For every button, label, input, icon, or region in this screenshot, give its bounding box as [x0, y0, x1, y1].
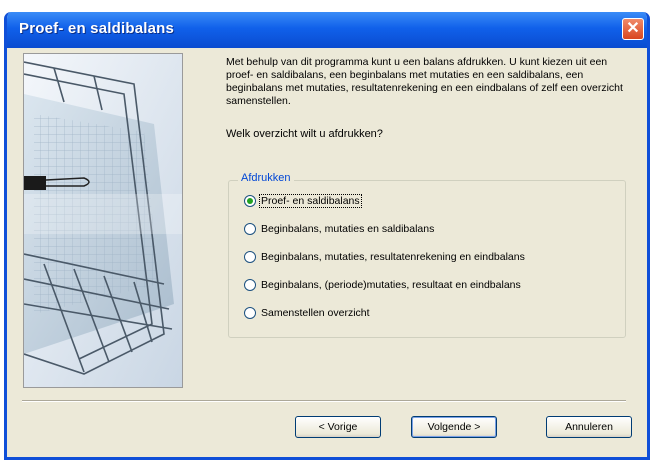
- radio-icon[interactable]: [244, 279, 256, 291]
- option-label: Proef- en saldibalans: [259, 194, 362, 208]
- option-label: Beginbalans, mutaties, resultatenrekenin…: [261, 251, 525, 263]
- group-label: Afdrukken: [238, 172, 294, 184]
- radio-icon[interactable]: [244, 251, 256, 263]
- question-label: Welk overzicht wilt u afdrukken?: [226, 128, 383, 140]
- option-samenstellen-overzicht[interactable]: Samenstellen overzicht: [244, 305, 371, 321]
- button-separator: [22, 400, 626, 402]
- close-icon: ✕: [626, 20, 640, 37]
- close-button[interactable]: ✕: [622, 18, 644, 40]
- radio-icon[interactable]: [244, 307, 256, 319]
- cancel-button[interactable]: Annuleren: [546, 416, 632, 438]
- back-button[interactable]: < Vorige: [295, 416, 381, 438]
- option-beginbalans-resultatenrekening-eindbalans[interactable]: Beginbalans, mutaties, resultatenrekenin…: [244, 249, 526, 265]
- window-title: Proef- en saldibalans: [19, 20, 175, 37]
- title-bar[interactable]: Proef- en saldibalans ✕: [7, 12, 647, 48]
- option-label: Beginbalans, mutaties en saldibalans: [261, 223, 435, 235]
- option-beginbalans-mutaties-saldibalans[interactable]: Beginbalans, mutaties en saldibalans: [244, 221, 435, 237]
- wizard-illustration: [23, 53, 183, 388]
- radio-selected-icon[interactable]: [244, 195, 256, 207]
- option-label: Samenstellen overzicht: [261, 307, 370, 319]
- option-periodemutaties-resultaat-eindbalans[interactable]: Beginbalans, (periode)mutaties, resultaa…: [244, 277, 522, 293]
- radio-icon[interactable]: [244, 223, 256, 235]
- wire-tray-image: [24, 54, 182, 387]
- option-proef-saldibalans[interactable]: Proef- en saldibalans: [244, 193, 362, 209]
- intro-text: Met behulp van dit programma kunt u een …: [226, 56, 623, 107]
- option-label: Beginbalans, (periode)mutaties, resultaa…: [261, 279, 521, 291]
- next-button[interactable]: Volgende >: [411, 416, 497, 438]
